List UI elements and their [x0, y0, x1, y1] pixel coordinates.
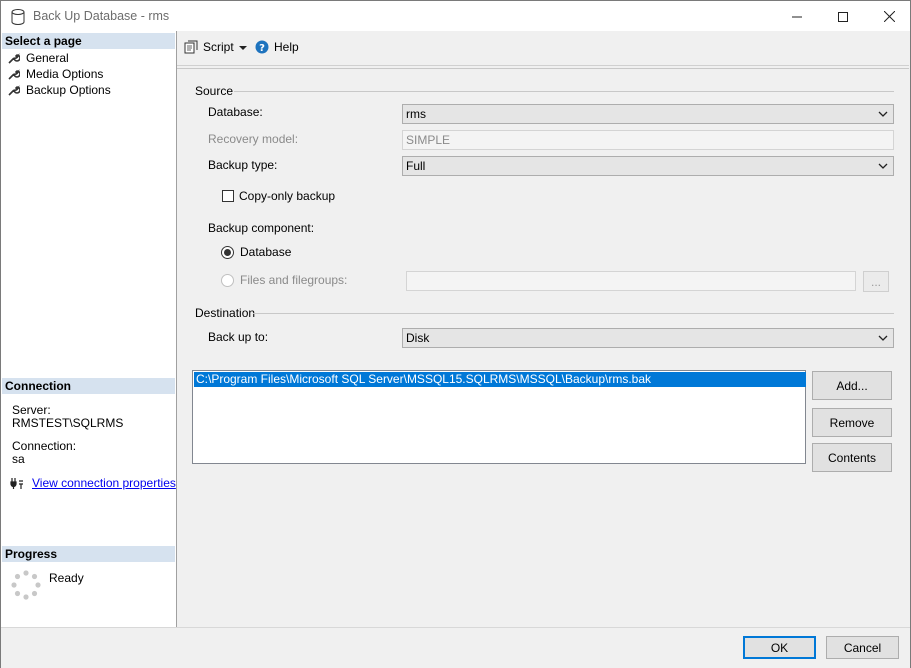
radio-selected-icon: [221, 245, 234, 259]
script-button[interactable]: Script: [184, 40, 234, 54]
general-page-content: [177, 68, 909, 628]
progress-header: Progress: [2, 546, 175, 562]
connection-value: sa: [12, 452, 25, 466]
copy-only-backup-checkbox[interactable]: Copy-only backup: [222, 189, 335, 203]
script-dropdown-button[interactable]: [238, 42, 248, 56]
script-icon: [184, 40, 198, 54]
help-label: Help: [274, 40, 299, 54]
chevron-down-icon: [878, 111, 888, 117]
server-value: RMSTEST\SQLRMS: [12, 416, 124, 430]
ok-button[interactable]: OK: [743, 636, 816, 659]
server-label: Server:: [12, 403, 51, 417]
connection-label: Connection:: [12, 439, 77, 453]
select-page-header: Select a page: [2, 33, 175, 49]
list-item[interactable]: C:\Program Files\Microsoft SQL Server\MS…: [194, 372, 806, 387]
maximize-icon: [838, 11, 848, 22]
help-button[interactable]: ? Help: [255, 40, 299, 54]
back-up-to-combo[interactable]: Disk: [402, 328, 894, 348]
help-icon: ?: [255, 40, 269, 54]
page-item-media-options[interactable]: Media Options: [8, 66, 103, 82]
database-combo[interactable]: rms: [402, 104, 894, 124]
dropdown-arrow-icon: [239, 46, 247, 50]
view-connection-properties-link[interactable]: View connection properties: [32, 476, 176, 490]
copy-only-backup-label: Copy-only backup: [239, 189, 336, 203]
component-database-label: Database: [240, 245, 292, 259]
remove-button[interactable]: Remove: [812, 408, 892, 437]
recovery-model-value: SIMPLE: [406, 133, 451, 147]
cancel-button[interactable]: Cancel: [826, 636, 899, 659]
wrench-icon: [8, 69, 20, 80]
add-button[interactable]: Add...: [812, 371, 892, 400]
checkbox-box: [222, 190, 234, 202]
backup-type-value: Full: [406, 159, 426, 173]
svg-text:?: ?: [259, 43, 265, 54]
wrench-icon: [8, 85, 20, 96]
view-connection-row: View connection properties: [10, 476, 176, 490]
source-group-divider: [234, 91, 894, 92]
component-files-radio[interactable]: Files and filegroups:: [221, 273, 347, 287]
progress-status: Ready: [49, 571, 84, 585]
progress-spinner-icon: [11, 570, 41, 600]
page-item-label: Backup Options: [26, 83, 111, 97]
component-files-label: Files and filegroups:: [240, 273, 348, 287]
component-database-radio[interactable]: Database: [221, 245, 291, 259]
connection-plug-icon: [10, 478, 23, 489]
connection-header: Connection: [2, 378, 175, 394]
files-browse-button[interactable]: ...: [863, 271, 889, 292]
backup-component-label: Backup component:: [208, 221, 315, 235]
wrench-icon: [8, 53, 20, 64]
chevron-down-icon: [878, 163, 888, 169]
backup-type-label: Backup type:: [208, 158, 278, 172]
radio-unselected-icon: [221, 273, 234, 287]
source-group-label: Source: [195, 84, 234, 98]
title-bar: Back Up Database - rms: [1, 1, 910, 31]
page-item-general[interactable]: General: [8, 50, 69, 66]
back-up-to-label: Back up to:: [208, 330, 269, 344]
window-title: Back Up Database - rms: [33, 9, 170, 23]
recovery-model-label: Recovery model:: [208, 132, 299, 146]
destination-list[interactable]: C:\Program Files\Microsoft SQL Server\MS…: [192, 370, 806, 464]
page-item-label: Media Options: [26, 67, 104, 81]
close-icon: [883, 11, 895, 22]
page-item-backup-options[interactable]: Backup Options: [8, 82, 111, 98]
back-up-to-value: Disk: [406, 331, 430, 345]
backup-type-combo[interactable]: Full: [402, 156, 894, 176]
script-label: Script: [203, 40, 234, 54]
contents-button[interactable]: Contents: [812, 443, 892, 472]
minimize-button[interactable]: [774, 2, 820, 31]
database-value: rms: [406, 107, 426, 121]
close-button[interactable]: [866, 2, 911, 31]
page-item-label: General: [26, 51, 69, 65]
destination-group-label: Destination: [195, 306, 256, 320]
recovery-model-field: SIMPLE: [402, 130, 894, 150]
left-pane: [1, 31, 177, 627]
destination-group-divider: [253, 313, 894, 314]
files-filegroups-field: [406, 271, 856, 291]
database-label: Database:: [208, 105, 263, 119]
minimize-icon: [792, 16, 802, 17]
chevron-down-icon: [878, 335, 888, 341]
maximize-button[interactable]: [820, 2, 866, 31]
database-icon: [11, 9, 25, 25]
